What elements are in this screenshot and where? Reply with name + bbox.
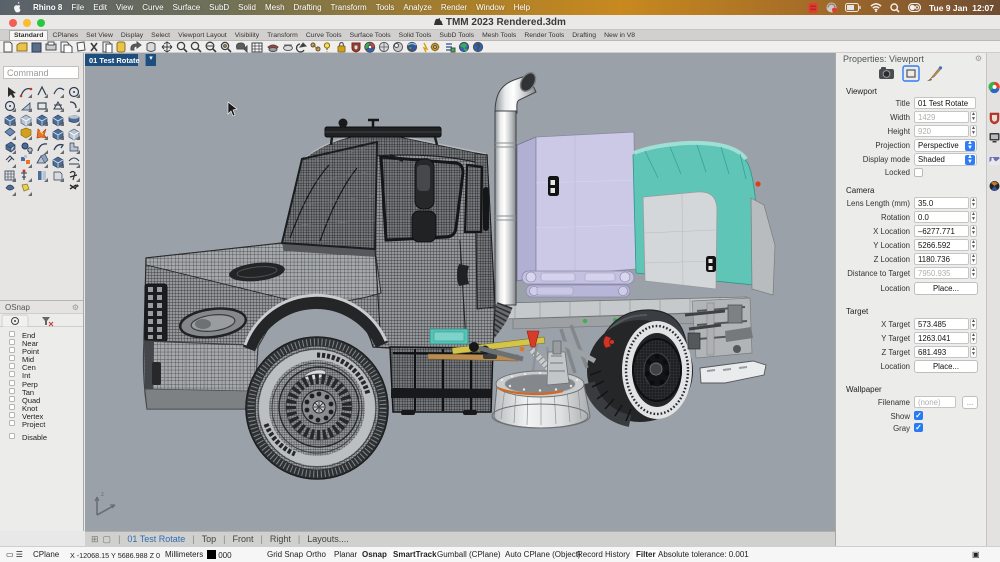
svg-text:?: ? <box>476 43 481 52</box>
svg-text:z: z <box>101 492 104 498</box>
